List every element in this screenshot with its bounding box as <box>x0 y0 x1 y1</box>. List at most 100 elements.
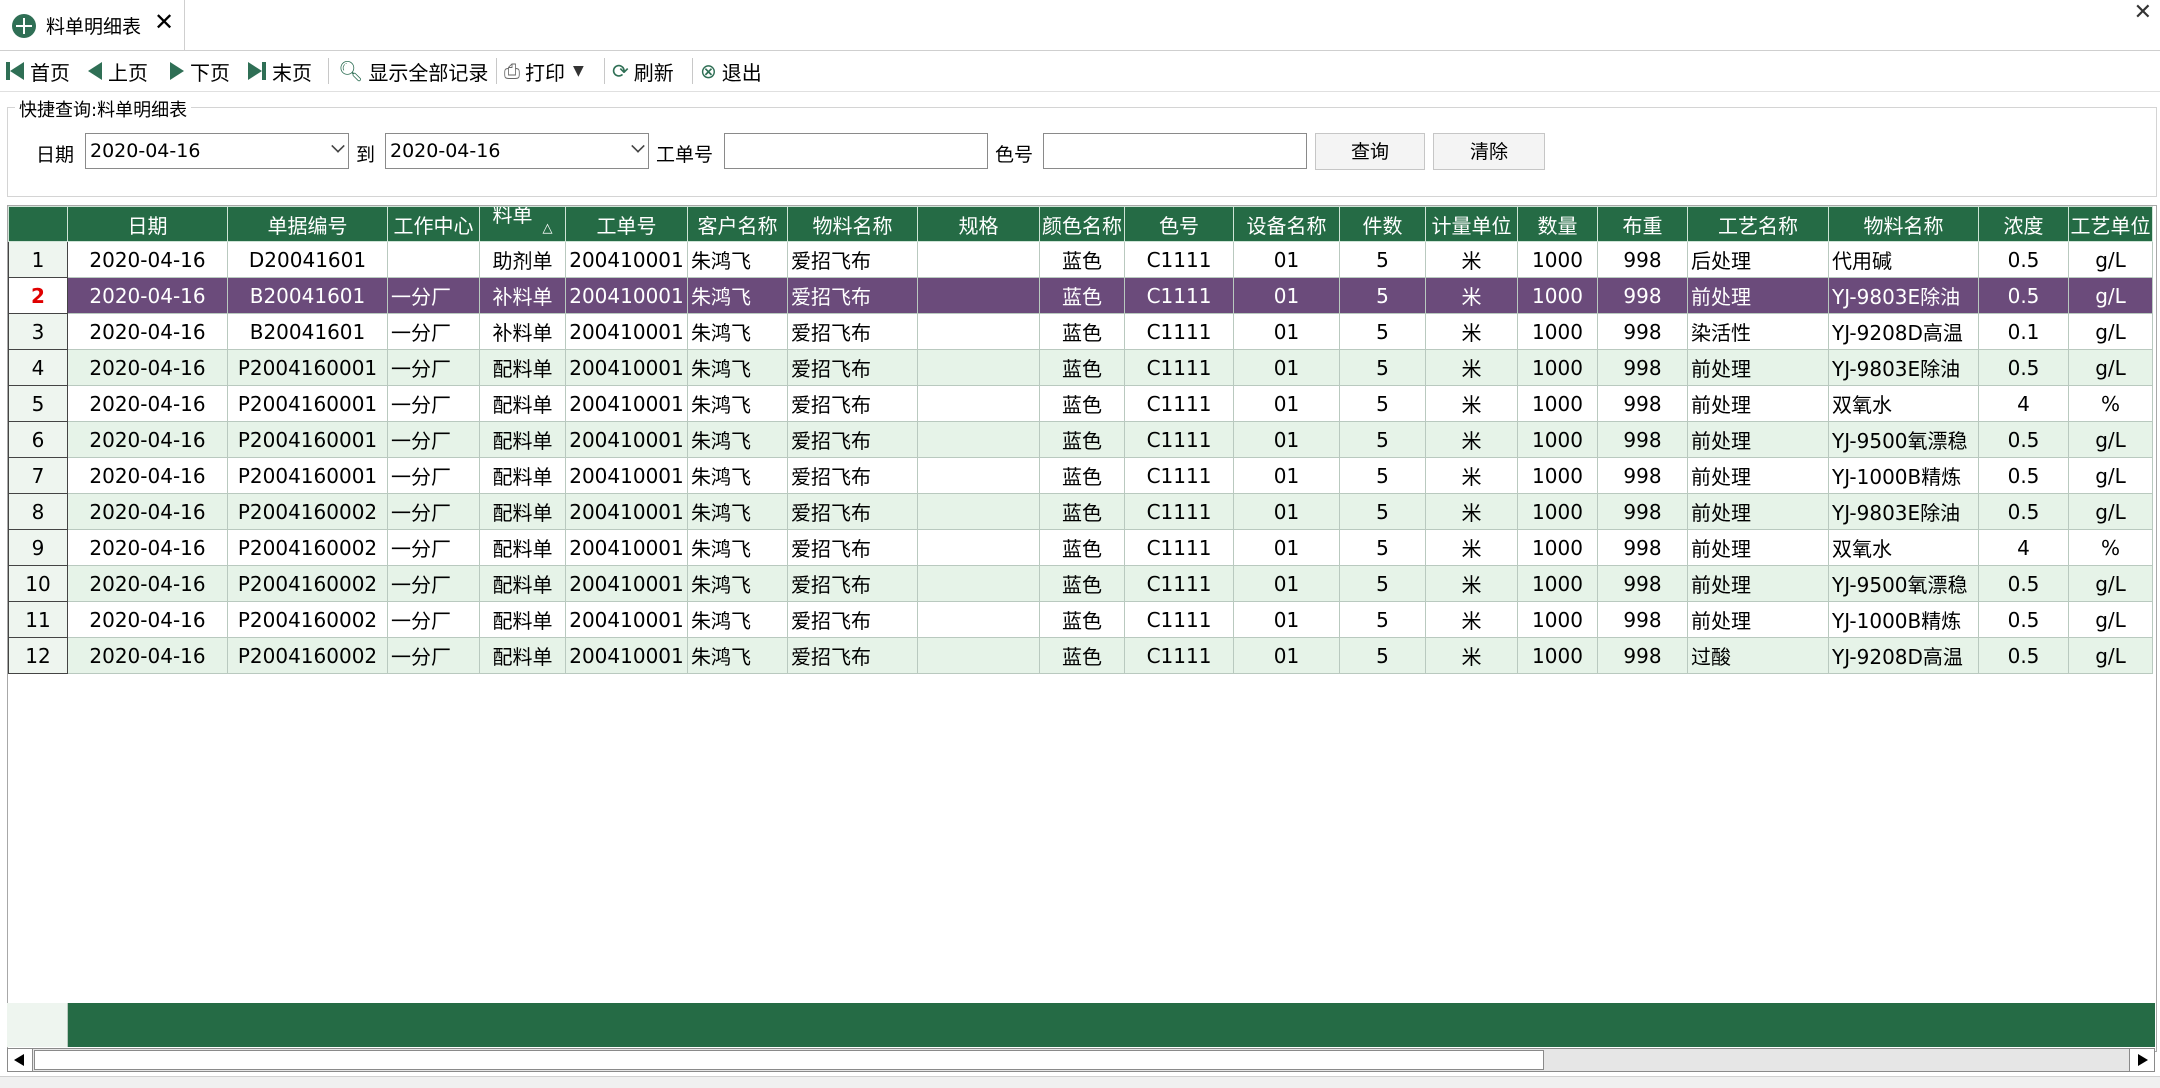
table-cell[interactable]: 1000 <box>1517 349 1598 386</box>
table-cell[interactable]: 爱招飞布 <box>787 565 918 602</box>
table-cell[interactable]: 01 <box>1233 349 1340 386</box>
table-cell[interactable]: YJ-9803E除油 <box>1828 277 1979 314</box>
table-cell[interactable]: 5 <box>1339 277 1426 314</box>
table-cell[interactable]: 5 <box>1339 493 1426 530</box>
table-row[interactable]: 10 2020-04-16 P2004160002 一分厂 配料单 200410001 朱鸿… <box>8 565 2153 602</box>
table-cell[interactable]: 200410001 <box>565 601 688 638</box>
table-cell[interactable]: 朱鸿飞 <box>687 601 788 638</box>
table-cell[interactable]: 爱招飞布 <box>787 529 918 566</box>
table-cell[interactable] <box>917 529 1040 566</box>
table-cell[interactable]: 配料单 <box>479 565 566 602</box>
row-number-cell[interactable]: 6 <box>8 421 68 458</box>
table-cell[interactable]: P2004160002 <box>227 493 388 530</box>
table-cell[interactable]: 2020-04-16 <box>67 457 228 494</box>
table-cell[interactable]: 998 <box>1597 385 1688 422</box>
table-cell[interactable]: YJ-9803E除油 <box>1828 493 1979 530</box>
row-number-cell[interactable]: 3 <box>8 313 68 350</box>
table-cell[interactable] <box>917 277 1040 314</box>
table-cell[interactable]: 一分厂 <box>387 565 480 602</box>
column-header[interactable]: 物料名称 <box>1828 206 1979 242</box>
print-button[interactable]: ⎙ 打印 ▼ <box>504 57 584 85</box>
column-header[interactable]: 料单 △ <box>479 206 566 242</box>
table-cell[interactable]: P2004160002 <box>227 637 388 674</box>
window-close-icon[interactable]: ✕ <box>2134 0 2152 25</box>
show-all-button[interactable]: 🔍︎ 显示全部记录 <box>338 57 488 85</box>
table-cell[interactable]: 米 <box>1425 385 1518 422</box>
table-cell[interactable]: 01 <box>1233 313 1340 350</box>
table-cell[interactable]: 朱鸿飞 <box>687 385 788 422</box>
table-cell[interactable]: 2020-04-16 <box>67 493 228 530</box>
table-cell[interactable]: g/L <box>2068 313 2153 350</box>
row-number-cell[interactable]: 9 <box>8 529 68 566</box>
table-cell[interactable]: 5 <box>1339 601 1426 638</box>
table-cell[interactable] <box>917 421 1040 458</box>
table-cell[interactable]: P2004160002 <box>227 565 388 602</box>
table-cell[interactable]: 01 <box>1233 241 1340 278</box>
table-cell[interactable]: 配料单 <box>479 385 566 422</box>
table-cell[interactable]: 0.5 <box>1978 421 2069 458</box>
table-cell[interactable]: 双氧水 <box>1828 385 1979 422</box>
table-cell[interactable]: 爱招飞布 <box>787 277 918 314</box>
column-header[interactable]: 浓度 <box>1978 206 2069 242</box>
first-page-button[interactable]: 首页 <box>6 57 70 85</box>
table-cell[interactable] <box>917 313 1040 350</box>
table-cell[interactable]: 爱招飞布 <box>787 457 918 494</box>
table-cell[interactable]: 0.1 <box>1978 313 2069 350</box>
table-cell[interactable]: 998 <box>1597 241 1688 278</box>
order-no-input[interactable] <box>724 133 988 169</box>
table-row[interactable]: 9 2020-04-16 P2004160002 一分厂 配料单 200410001 朱鸿飞… <box>8 529 2153 566</box>
table-cell[interactable]: 米 <box>1425 313 1518 350</box>
table-cell[interactable]: 蓝色 <box>1039 493 1125 530</box>
table-cell[interactable]: P2004160002 <box>227 601 388 638</box>
row-number-cell[interactable]: 4 <box>8 349 68 386</box>
table-cell[interactable]: B20041601 <box>227 313 388 350</box>
table-cell[interactable]: 0.5 <box>1978 241 2069 278</box>
column-header[interactable]: 计量单位 <box>1425 206 1518 242</box>
table-cell[interactable]: 0.5 <box>1978 277 2069 314</box>
table-cell[interactable]: 200410001 <box>565 241 688 278</box>
table-cell[interactable]: 朱鸿飞 <box>687 349 788 386</box>
chevron-down-icon[interactable] <box>631 139 645 153</box>
column-header[interactable]: 工艺单位 <box>2068 206 2153 242</box>
table-cell[interactable]: 1000 <box>1517 493 1598 530</box>
table-row[interactable]: 6 2020-04-16 P2004160001 一分厂 配料单 200410001 朱鸿飞… <box>8 421 2153 458</box>
table-cell[interactable]: 前处理 <box>1687 529 1829 566</box>
table-cell[interactable]: D20041601 <box>227 241 388 278</box>
table-cell[interactable]: 米 <box>1425 529 1518 566</box>
table-cell[interactable]: C1111 <box>1124 385 1234 422</box>
table-cell[interactable]: 爱招飞布 <box>787 313 918 350</box>
table-cell[interactable]: C1111 <box>1124 529 1234 566</box>
table-cell[interactable]: 998 <box>1597 637 1688 674</box>
table-cell[interactable]: 双氧水 <box>1828 529 1979 566</box>
table-cell[interactable]: 5 <box>1339 241 1426 278</box>
table-row[interactable]: 2 2020-04-16 B20041601 一分厂 补料单 200410001 朱鸿飞 爱招… <box>8 277 2153 314</box>
scroll-right-icon[interactable] <box>2129 1049 2154 1071</box>
table-cell[interactable]: 爱招飞布 <box>787 241 918 278</box>
horizontal-scrollbar[interactable] <box>7 1048 2155 1072</box>
table-cell[interactable]: 01 <box>1233 565 1340 602</box>
column-header[interactable]: 件数 <box>1339 206 1426 242</box>
table-cell[interactable]: 蓝色 <box>1039 313 1125 350</box>
table-cell[interactable]: 代用碱 <box>1828 241 1979 278</box>
column-header[interactable]: 工作中心 <box>387 206 480 242</box>
table-cell[interactable]: 998 <box>1597 421 1688 458</box>
table-cell[interactable]: 米 <box>1425 493 1518 530</box>
table-cell[interactable]: 998 <box>1597 601 1688 638</box>
table-cell[interactable]: 200410001 <box>565 349 688 386</box>
table-cell[interactable]: 200410001 <box>565 637 688 674</box>
table-cell[interactable]: P2004160001 <box>227 349 388 386</box>
table-cell[interactable]: 200410001 <box>565 421 688 458</box>
table-cell[interactable]: 01 <box>1233 457 1340 494</box>
table-row[interactable]: 8 2020-04-16 P2004160002 一分厂 配料单 200410001 朱鸿飞… <box>8 493 2153 530</box>
row-number-cell[interactable]: 12 <box>8 637 68 674</box>
table-cell[interactable]: 蓝色 <box>1039 421 1125 458</box>
table-cell[interactable]: 01 <box>1233 277 1340 314</box>
table-cell[interactable]: 5 <box>1339 349 1426 386</box>
table-cell[interactable]: 朱鸿飞 <box>687 493 788 530</box>
color-no-input[interactable] <box>1043 133 1307 169</box>
table-cell[interactable]: C1111 <box>1124 241 1234 278</box>
column-header[interactable]: 物料名称 <box>787 206 918 242</box>
table-cell[interactable]: g/L <box>2068 637 2153 674</box>
table-cell[interactable]: 998 <box>1597 313 1688 350</box>
table-cell[interactable]: 助剂单 <box>479 241 566 278</box>
